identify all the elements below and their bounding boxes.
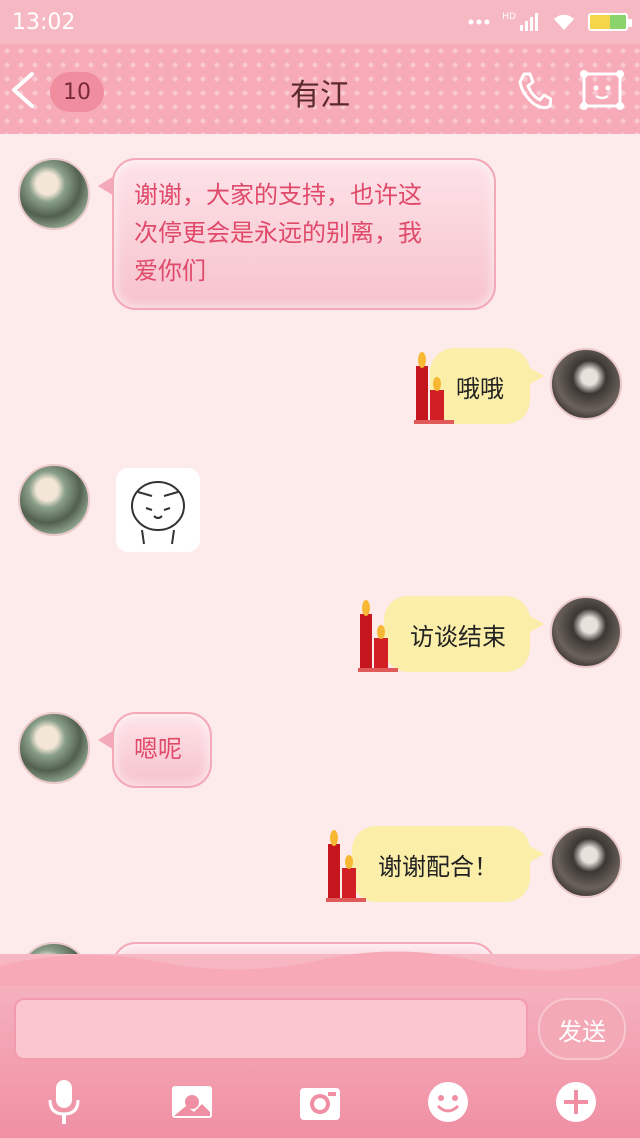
candle-icon bbox=[358, 600, 398, 672]
chat-header: 10 有江 bbox=[0, 44, 640, 134]
voice-button[interactable] bbox=[40, 1078, 88, 1126]
signal-icon bbox=[520, 13, 538, 31]
status-bar: 13:02 HD bbox=[0, 0, 640, 44]
sticker-image[interactable] bbox=[116, 468, 200, 552]
smiley-icon bbox=[428, 1082, 468, 1122]
contact-avatar[interactable] bbox=[18, 464, 90, 536]
message-bubble-left[interactable]: 嗯呢 bbox=[98, 712, 212, 788]
contact-avatar[interactable] bbox=[18, 712, 90, 784]
camera-button[interactable] bbox=[296, 1078, 344, 1126]
message-text: 谢谢配合！ bbox=[378, 852, 498, 881]
my-avatar[interactable] bbox=[550, 348, 622, 420]
message-text-line: 爱你们 bbox=[134, 257, 206, 285]
photo-button[interactable] bbox=[168, 1078, 216, 1126]
message-text-line: 次停更会是永远的别离，我 bbox=[134, 219, 422, 247]
more-dots-icon bbox=[468, 19, 490, 25]
candle-icon bbox=[414, 352, 454, 424]
message-text: 嗯呢 bbox=[134, 735, 182, 763]
photo-icon bbox=[172, 1086, 212, 1118]
profile-menu-icon[interactable] bbox=[580, 70, 624, 110]
camera-icon bbox=[300, 1088, 340, 1120]
composer-bar: 发送 bbox=[0, 951, 640, 1138]
emoji-button[interactable] bbox=[424, 1078, 472, 1126]
send-button[interactable]: 发送 bbox=[538, 998, 626, 1060]
my-avatar[interactable] bbox=[550, 826, 622, 898]
wave-decoration bbox=[0, 951, 640, 986]
blushing-face-sticker bbox=[131, 481, 185, 545]
candle-icon bbox=[326, 830, 366, 902]
battery-icon bbox=[588, 13, 632, 31]
message-text: 访谈结束 bbox=[410, 622, 506, 651]
plus-icon bbox=[556, 1082, 596, 1122]
message-input[interactable] bbox=[14, 998, 528, 1060]
network-label: HD bbox=[502, 12, 516, 22]
message-text-line: 谢谢，大家的支持，也许这 bbox=[134, 181, 422, 209]
microphone-icon bbox=[48, 1080, 80, 1124]
status-time: 13:02 bbox=[12, 9, 76, 35]
contact-avatar[interactable] bbox=[18, 158, 90, 230]
message-bubble-right[interactable]: 访谈结束 bbox=[384, 596, 544, 672]
more-button[interactable] bbox=[552, 1078, 600, 1126]
message-bubble-right[interactable]: 谢谢配合！ bbox=[352, 826, 544, 902]
my-avatar[interactable] bbox=[550, 596, 622, 668]
wifi-icon bbox=[554, 14, 574, 30]
message-list[interactable]: 谢谢，大家的支持，也许这 次停更会是永远的别离，我 爱你们 哦哦 访谈结束 嗯呢… bbox=[0, 134, 640, 954]
message-text: 哦哦 bbox=[456, 374, 504, 403]
phone-icon[interactable] bbox=[516, 70, 552, 110]
message-bubble-left[interactable]: 谢谢，大家的支持，也许这 次停更会是永远的别离，我 爱你们 bbox=[98, 158, 496, 310]
